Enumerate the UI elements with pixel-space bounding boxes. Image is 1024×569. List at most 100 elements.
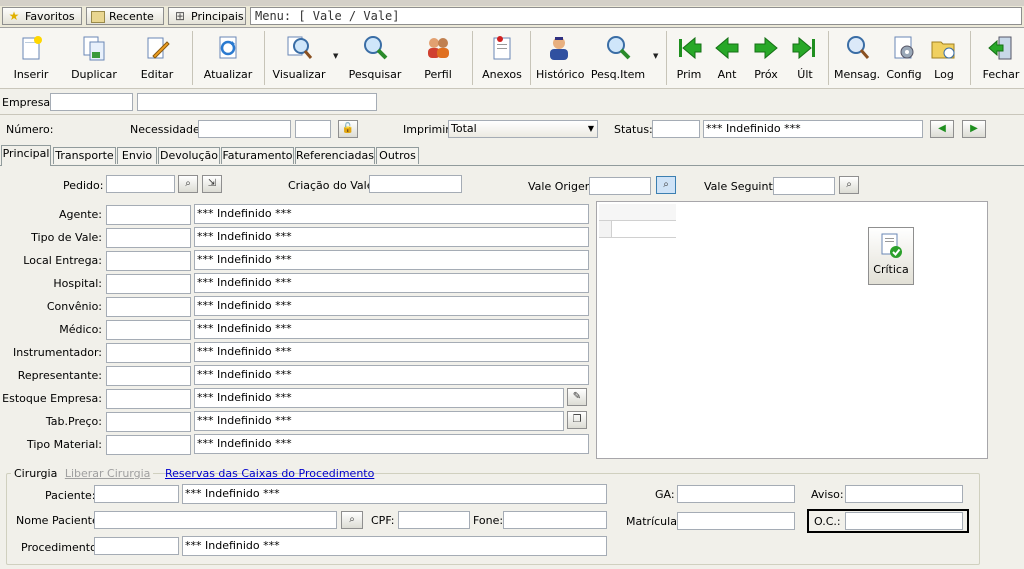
next-record-icon [754,36,778,60]
reservas-caixas-link[interactable]: Reservas das Caixas do Procedimento [165,467,374,480]
pesquisar-button[interactable]: Pesquisar [348,32,402,86]
vale-seguinte-label: Vale Seguinte [704,180,780,193]
prox-button[interactable]: Próx [750,32,782,86]
new-document-icon [22,36,42,60]
tab-devolucao[interactable]: Devolução [158,147,220,164]
status-next-button[interactable]: ▶ [962,120,986,138]
imprimir-select[interactable]: Total ▼ [448,120,598,138]
recente-button[interactable]: Recente [86,7,164,25]
inserir-button[interactable]: Inserir [8,32,54,86]
prim-button[interactable]: Prim [672,32,706,86]
vale-origem-search-button[interactable]: ⌕ [656,176,676,194]
principais-label: Principais [191,10,244,23]
historico-label: Histórico [536,68,585,81]
tabpreco-edit-button[interactable]: ❐ [567,411,587,429]
field-code-input[interactable] [106,274,191,294]
duplicate-icon [83,36,105,61]
field-code-input[interactable] [106,389,191,409]
mensag-button[interactable]: Mensag. [834,32,880,86]
visualizar-button[interactable]: Visualizar [272,32,326,86]
pesq-item-button[interactable]: Pesq.Item [590,32,646,86]
ult-button[interactable]: Últ [788,32,822,86]
critica-button[interactable]: Crítica [868,227,914,285]
menu-path: Menu: [ Vale / Vale] [250,7,1022,25]
perfil-button[interactable]: Perfil [418,32,458,86]
nome-paciente-search-button[interactable]: ⌕ [341,511,363,529]
anexos-button[interactable]: Anexos [480,32,524,86]
duplicar-button[interactable]: Duplicar [70,32,118,86]
atualizar-button[interactable]: Atualizar [202,32,254,86]
necessidade-date-input[interactable] [198,120,291,138]
estoque-edit-button[interactable]: ✎ [567,388,587,406]
search-icon [364,36,388,60]
tab-referenciadas[interactable]: Referenciadas [295,147,375,164]
editar-button[interactable]: Editar [135,32,179,86]
view-magnifier-icon [287,36,313,59]
field-code-input[interactable] [106,297,191,317]
fone-input[interactable] [503,511,607,529]
fechar-button[interactable]: Fechar [980,32,1022,86]
field-label: Local Entrega: [23,254,102,267]
tab-envio[interactable]: Envio [117,147,157,164]
log-button[interactable]: Log [926,32,962,86]
procedimento-code-input[interactable] [94,537,179,555]
numero-label: Número: [6,123,54,136]
oc-input[interactable] [845,512,963,530]
empresa-code-input[interactable] [50,93,133,111]
inserir-label: Inserir [13,68,49,81]
tab-principal[interactable]: Principal [1,145,51,166]
oc-label: O.C.: [814,515,841,528]
grid-row-line [599,237,676,238]
log-label: Log [934,68,954,81]
toolbar-separator [264,31,265,85]
tab-transporte[interactable]: Transporte [53,147,116,164]
necessidade-time-input[interactable] [295,120,331,138]
tab-strip: Principal Transporte Envio Devolução Fat… [0,145,1024,166]
status-prev-button[interactable]: ◀ [930,120,954,138]
ga-input[interactable] [677,485,795,503]
empresa-desc-input[interactable] [137,93,377,111]
paciente-code-input[interactable] [94,485,179,503]
itens-grid-panel[interactable]: Crítica [596,201,988,459]
favoritos-button[interactable]: ★ Favoritos [2,7,82,25]
field-desc: *** Indefinido *** [194,365,589,385]
field-code-input[interactable] [106,205,191,225]
matricula-input[interactable] [677,512,795,530]
refresh-icon [219,36,237,59]
status-code-input[interactable] [652,120,700,138]
field-code-input[interactable] [106,228,191,248]
field-code-input[interactable] [106,343,191,363]
visualizar-dropdown-arrow[interactable]: ▼ [333,52,338,60]
pedido-open-button[interactable]: ⇲ [202,175,222,193]
field-code-input[interactable] [106,366,191,386]
field-desc: *** Indefinido *** [194,296,589,316]
field-code-input[interactable] [106,320,191,340]
historico-button[interactable]: Histórico [536,32,585,86]
field-desc: *** Indefinido *** [194,204,589,224]
config-button[interactable]: Config [884,32,924,86]
criacao-input[interactable] [369,175,462,193]
paciente-desc-field: *** Indefinido *** [182,484,607,504]
lock-button[interactable]: 🔓 [338,120,358,138]
pedido-search-button[interactable]: ⌕ [178,175,198,193]
principais-button[interactable]: ⊞ Principais [168,7,246,25]
pedido-input[interactable] [106,175,175,193]
nome-paciente-input[interactable] [94,511,337,529]
vale-seguinte-input[interactable] [773,177,835,195]
field-desc: *** Indefinido *** [194,411,564,431]
imprimir-label: Imprimir: [403,123,454,136]
liberar-cirurgia-link[interactable]: Liberar Cirurgia [65,467,151,480]
vale-origem-input[interactable] [589,177,651,195]
aviso-input[interactable] [845,485,963,503]
pesq-item-dropdown-arrow[interactable]: ▼ [653,52,658,60]
cpf-input[interactable] [398,511,470,529]
tab-faturamento[interactable]: Faturamento [221,147,294,164]
vale-seguinte-search-button[interactable]: ⌕ [839,176,859,194]
field-code-input[interactable] [106,435,191,455]
tab-outros[interactable]: Outros [376,147,419,164]
field-code-input[interactable] [106,251,191,271]
atualizar-label: Atualizar [203,68,253,81]
ant-button[interactable]: Ant [712,32,742,86]
field-code-input[interactable] [106,412,191,432]
field-desc: *** Indefinido *** [194,342,589,362]
